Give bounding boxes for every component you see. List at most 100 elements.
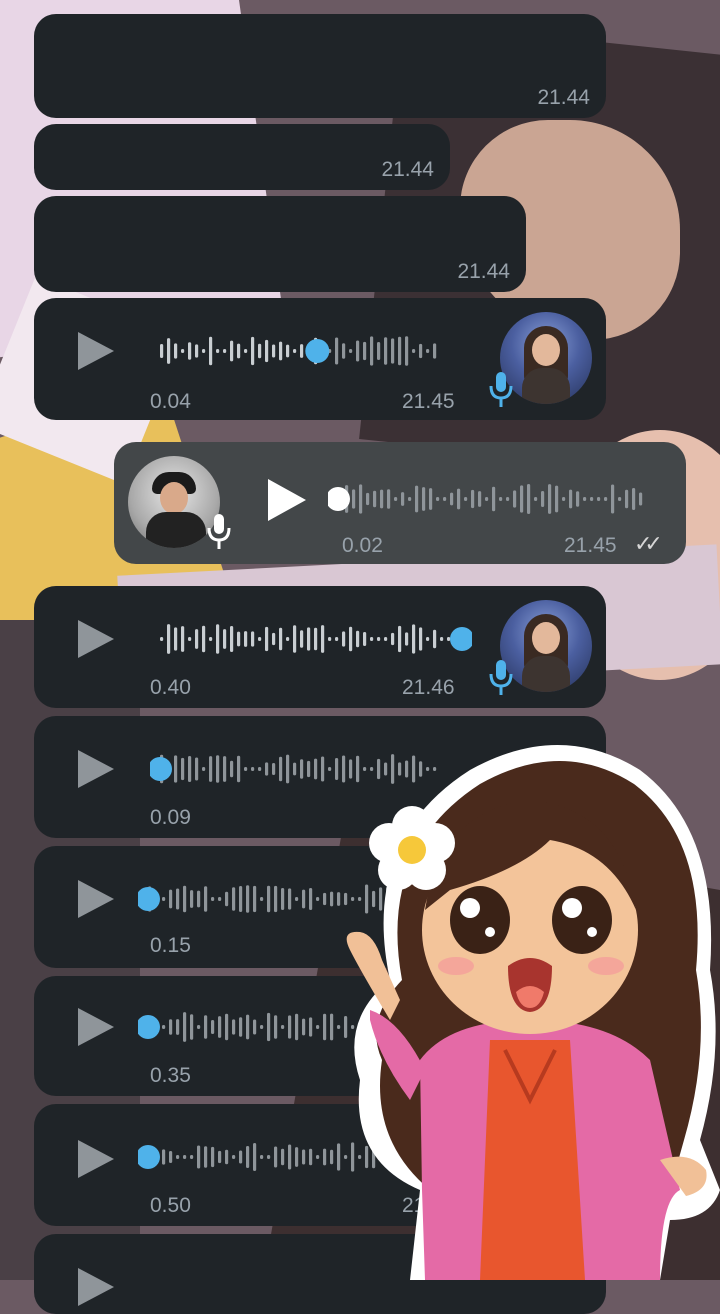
play-icon[interactable]	[78, 620, 114, 658]
waveform-bar	[246, 885, 250, 913]
waveform-bar	[288, 1015, 292, 1039]
waveform-bar	[225, 1149, 229, 1165]
waveform-bar	[216, 349, 220, 353]
waveform-bar	[349, 349, 353, 353]
play-icon[interactable]	[78, 1268, 114, 1306]
waveform-bar	[260, 1025, 264, 1029]
waveform-bar	[272, 762, 276, 776]
waveform-bar	[202, 625, 206, 653]
waveform-bar	[293, 625, 297, 653]
waveform-bar	[181, 626, 185, 652]
waveform-bar	[183, 1012, 187, 1042]
message-time: 21.46	[402, 676, 455, 699]
voice-duration: 0.40	[150, 676, 191, 699]
playback-position-dot	[138, 1015, 160, 1039]
message-time: 21.44	[381, 158, 434, 181]
waveform-bar	[349, 626, 353, 652]
waveform-bar	[314, 627, 318, 651]
waveform-bar	[232, 1019, 236, 1035]
waveform-bar	[359, 484, 363, 514]
waveform-bar	[342, 631, 346, 647]
waveform-bar	[419, 627, 423, 651]
message-bubble[interactable]: 21.44	[34, 124, 450, 190]
waveform-bar	[412, 349, 416, 353]
waveform-bar	[274, 1146, 278, 1168]
waveform-bar	[204, 886, 208, 912]
waveform-bar	[401, 492, 405, 506]
waveform-bar	[295, 1013, 299, 1041]
waveform-bar	[251, 767, 255, 771]
waveform-bar	[183, 885, 187, 913]
waveform-bar	[281, 1025, 285, 1029]
waveform-bar	[209, 336, 213, 366]
play-icon[interactable]	[78, 750, 114, 788]
waveform-bar	[323, 892, 327, 906]
waveform[interactable]	[328, 482, 658, 516]
waveform[interactable]	[150, 334, 456, 368]
waveform[interactable]	[150, 622, 472, 656]
waveform-bar	[176, 1019, 180, 1035]
waveform-bar	[176, 1155, 180, 1159]
waveform-bar	[188, 342, 192, 360]
waveform-bar	[548, 484, 552, 514]
waveform-bar	[244, 349, 248, 353]
play-icon[interactable]	[78, 332, 114, 370]
message-time: 21.45	[402, 390, 455, 413]
voice-message-outgoing: 0.02 21.45 ✓✓	[114, 442, 686, 564]
waveform-bar	[534, 497, 538, 501]
waveform-bar	[160, 344, 164, 358]
waveform-bar	[300, 759, 304, 779]
waveform-bar	[316, 1025, 320, 1029]
waveform-bar	[216, 755, 220, 783]
message-bubble[interactable]: 21.44	[34, 196, 526, 292]
play-icon[interactable]	[78, 880, 114, 918]
waveform-bar	[274, 885, 278, 913]
waveform-bar	[426, 349, 430, 353]
waveform-bar	[328, 637, 332, 641]
waveform-bar	[450, 492, 454, 506]
waveform-bar	[162, 897, 166, 901]
waveform-bar	[209, 756, 213, 782]
waveform-bar	[258, 767, 262, 771]
waveform-bar	[309, 1017, 313, 1037]
waveform-bar	[464, 497, 468, 501]
waveform-bar	[433, 629, 437, 649]
waveform-bar	[352, 489, 356, 509]
waveform-bar	[302, 889, 306, 909]
waveform-bar	[239, 885, 243, 913]
voice-message: 0.40 21.46	[34, 586, 606, 708]
waveform-bar	[293, 762, 297, 776]
play-icon[interactable]	[268, 479, 306, 521]
waveform-bar	[279, 756, 283, 782]
waveform-bar	[202, 767, 206, 771]
waveform-bar	[307, 627, 311, 651]
waveform-bar	[302, 1018, 306, 1036]
waveform-bar	[632, 488, 636, 510]
waveform-bar	[274, 1015, 278, 1039]
playback-position-dot	[138, 887, 160, 911]
play-icon[interactable]	[78, 1008, 114, 1046]
waveform-bar	[342, 343, 346, 359]
waveform-bar	[211, 1019, 215, 1035]
message-bubble[interactable]: 21.44	[34, 14, 606, 118]
waveform-bar	[316, 1155, 320, 1159]
waveform-bar	[223, 629, 227, 649]
waveform-bar	[162, 1149, 166, 1165]
waveform-bar	[405, 336, 409, 366]
waveform-bar	[218, 1016, 222, 1038]
waveform-bar	[611, 484, 615, 514]
waveform-bar	[169, 1150, 173, 1164]
waveform-bar	[415, 485, 419, 513]
waveform-bar	[267, 1155, 271, 1159]
waveform-bar	[295, 1147, 299, 1167]
waveform-bar	[251, 336, 255, 366]
waveform-bar	[440, 637, 444, 641]
waveform-bar	[253, 1019, 257, 1035]
play-icon[interactable]	[78, 1140, 114, 1178]
waveform-bar	[239, 1017, 243, 1037]
waveform-bar	[272, 632, 276, 646]
voice-duration: 0.35	[150, 1064, 191, 1087]
waveform-bar	[167, 624, 171, 654]
waveform-bar	[436, 497, 440, 501]
waveform-bar	[244, 767, 248, 771]
